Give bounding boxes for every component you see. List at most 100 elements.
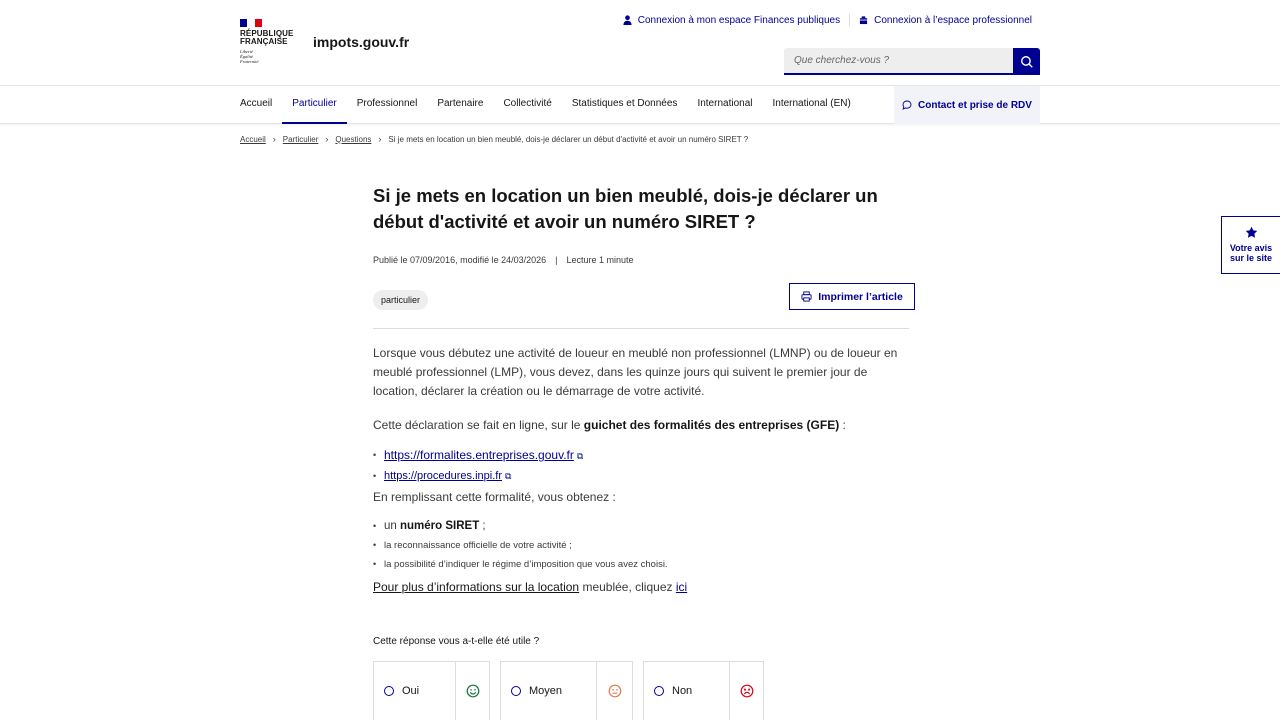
nav-item-particulier[interactable]: Particulier	[282, 86, 347, 124]
search-button[interactable]	[1013, 48, 1040, 75]
chat-bubble-icon	[902, 100, 912, 110]
feedback-option-left: Non	[644, 662, 730, 720]
radio-button[interactable]	[384, 686, 394, 696]
nav-item-collectivite[interactable]: Collectivité	[493, 86, 561, 124]
search-input[interactable]	[784, 48, 1013, 75]
breadcrumb-particulier[interactable]: Particulier	[283, 135, 319, 144]
reading-time: Lecture 1 minute	[566, 255, 634, 265]
feedback-option-left: Oui	[374, 662, 456, 720]
location-link[interactable]: Pour plus d’informations sur la location	[373, 580, 579, 594]
top-links: Connexion à mon espace Finances publique…	[623, 14, 1032, 26]
breadcrumb-accueil[interactable]: Accueil	[240, 135, 266, 144]
list-item: https://formalites.entreprises.gouv.fr⧉	[373, 445, 909, 466]
search-icon	[1020, 55, 1033, 68]
republique-francaise-logo[interactable]: RÉPUBLIQUE FRANÇAISE Liberté Égalité Fra…	[240, 19, 300, 64]
login-finances-label: Connexion à mon espace Finances publique…	[637, 14, 841, 26]
radio-button[interactable]	[654, 686, 664, 696]
nav-item-accueil[interactable]: Accueil	[240, 86, 282, 124]
breadcrumb-current: Si je mets en location un bien meublé, d…	[388, 134, 749, 144]
chevron-right-icon: ›	[325, 134, 329, 144]
header: RÉPUBLIQUE FRANÇAISE Liberté Égalité Fra…	[0, 0, 1280, 86]
nav-item-professionnel[interactable]: Professionnel	[347, 86, 428, 124]
sad-face-icon	[740, 684, 753, 698]
publish-date: Publié le 07/09/2016, modifié le 24/03/2…	[373, 255, 547, 265]
feedback-label-moyen: Moyen	[529, 685, 563, 697]
print-label: Imprimer l’article	[818, 290, 903, 303]
motto: Liberté Égalité Fraternité	[240, 49, 300, 64]
republic-line-2: FRANÇAISE	[240, 37, 288, 46]
nav-item-statistiques[interactable]: Statistiques et Données	[562, 86, 688, 124]
nav-item-partenaire[interactable]: Partenaire	[427, 86, 493, 124]
breadcrumb: Accueil › Particulier › Questions › Si j…	[240, 134, 748, 144]
site-name[interactable]: impots.gouv.fr	[313, 34, 409, 50]
external-link-icon: ⧉	[505, 471, 512, 481]
list-item: la reconnaissance officielle de votre ac…	[373, 536, 909, 555]
search-bar	[784, 48, 1040, 75]
building-icon	[859, 16, 869, 25]
nav-item-international-en[interactable]: International (EN)	[762, 86, 860, 124]
french-flag-icon	[240, 19, 262, 27]
feedback-option-left: Moyen	[501, 662, 597, 720]
external-link-icon: ⧉	[576, 451, 584, 461]
contact-button[interactable]: Contact et prise de RDV	[894, 86, 1040, 124]
motto-line-3: Fraternité	[240, 59, 259, 64]
user-icon	[623, 15, 632, 25]
neutral-face-icon	[608, 684, 621, 698]
paragraph-obtain: En remplissant cette formalité, vous obt…	[373, 490, 616, 504]
tag-row: particulier Imprimer l’article	[373, 283, 915, 317]
login-finances-link[interactable]: Connexion à mon espace Finances publique…	[623, 15, 840, 26]
tag-particulier[interactable]: particulier	[373, 290, 429, 310]
paragraph-more-info: Pour plus d’informations sur la location…	[373, 578, 909, 597]
feedback-option-non[interactable]: Non	[643, 661, 764, 720]
links-list: https://formalites.entreprises.gouv.fr⧉ …	[373, 445, 909, 486]
meta-separator: |	[555, 255, 558, 265]
list-item: un numéro SIRET ;	[373, 517, 909, 536]
page-title: Si je mets en location un bien meublé, d…	[373, 185, 878, 232]
article-meta: Publié le 07/09/2016, modifié le 24/03/2…	[373, 255, 909, 265]
breadcrumb-questions[interactable]: Questions	[335, 135, 371, 144]
benefits-list: un numéro SIRET ; la reconnaissance offi…	[373, 517, 909, 574]
feedback-question: Cette réponse vous a-t-elle été utile ?	[373, 636, 540, 647]
contact-label: Contact et prise de RDV	[918, 99, 1032, 111]
feedback-icon-box	[456, 662, 489, 720]
feedback-option-moyen[interactable]: Moyen	[500, 661, 633, 720]
nav-item-international[interactable]: International	[687, 86, 762, 124]
feedback-label-non: Non	[672, 685, 693, 697]
link-formalites[interactable]: https://formalites.entreprises.gouv.fr	[384, 448, 574, 462]
feedback-option-oui[interactable]: Oui	[373, 661, 490, 720]
link-inpi[interactable]: https://procedures.inpi.fr	[384, 470, 502, 482]
radio-button[interactable]	[511, 686, 521, 696]
side-widget-line-1: Votre avis	[1229, 243, 1273, 253]
star-icon	[1245, 226, 1257, 238]
feedback-icon-box	[730, 662, 763, 720]
paragraph-declaration: Cette déclaration se fait en ligne, sur …	[373, 416, 909, 435]
paragraph-intro: Lorsque vous débutez une activité de lou…	[373, 346, 898, 398]
article: Si je mets en location un bien meublé, d…	[373, 183, 915, 597]
chevron-right-icon: ›	[378, 134, 382, 144]
feedback-label-oui: Oui	[402, 685, 420, 697]
nav-items: Accueil Particulier Professionnel Parten…	[240, 86, 861, 124]
list-item: https://procedures.inpi.fr⧉	[373, 466, 909, 486]
chevron-right-icon: ›	[272, 134, 276, 144]
login-pro-link[interactable]: Connexion à l’espace professionnel	[859, 15, 1032, 26]
list-item-siret-suffix: ;	[479, 520, 486, 532]
siret-bold: numéro SIRET	[400, 520, 480, 532]
divider	[373, 328, 909, 329]
side-widget-line-2: sur le site	[1229, 253, 1272, 263]
feedback-icon-box	[597, 662, 632, 720]
login-pro-label: Connexion à l’espace professionnel	[874, 14, 1032, 26]
list-item: la possibilité d’indiquer le régime d’im…	[373, 555, 909, 574]
print-button[interactable]: Imprimer l’article	[789, 283, 915, 310]
feedback-site-widget[interactable]: Votre avis sur le site	[1221, 216, 1280, 274]
side-widget-text: Votre avis sur le site	[1230, 243, 1272, 263]
smile-icon	[466, 684, 479, 698]
republic-name: RÉPUBLIQUE FRANÇAISE	[240, 30, 300, 46]
top-links-separator	[849, 14, 851, 26]
paragraph-declaration-suffix: :	[839, 418, 846, 432]
more-info-text: meublée, cliquez	[579, 580, 676, 594]
printer-icon	[801, 291, 812, 302]
gfe-bold: guichet des formalités des entreprises (…	[583, 418, 840, 432]
ici-link[interactable]: ici	[676, 580, 687, 594]
main-nav: Accueil Particulier Professionnel Parten…	[0, 86, 1280, 124]
paragraph-declaration-text: Cette déclaration se fait en ligne, sur …	[373, 418, 584, 432]
